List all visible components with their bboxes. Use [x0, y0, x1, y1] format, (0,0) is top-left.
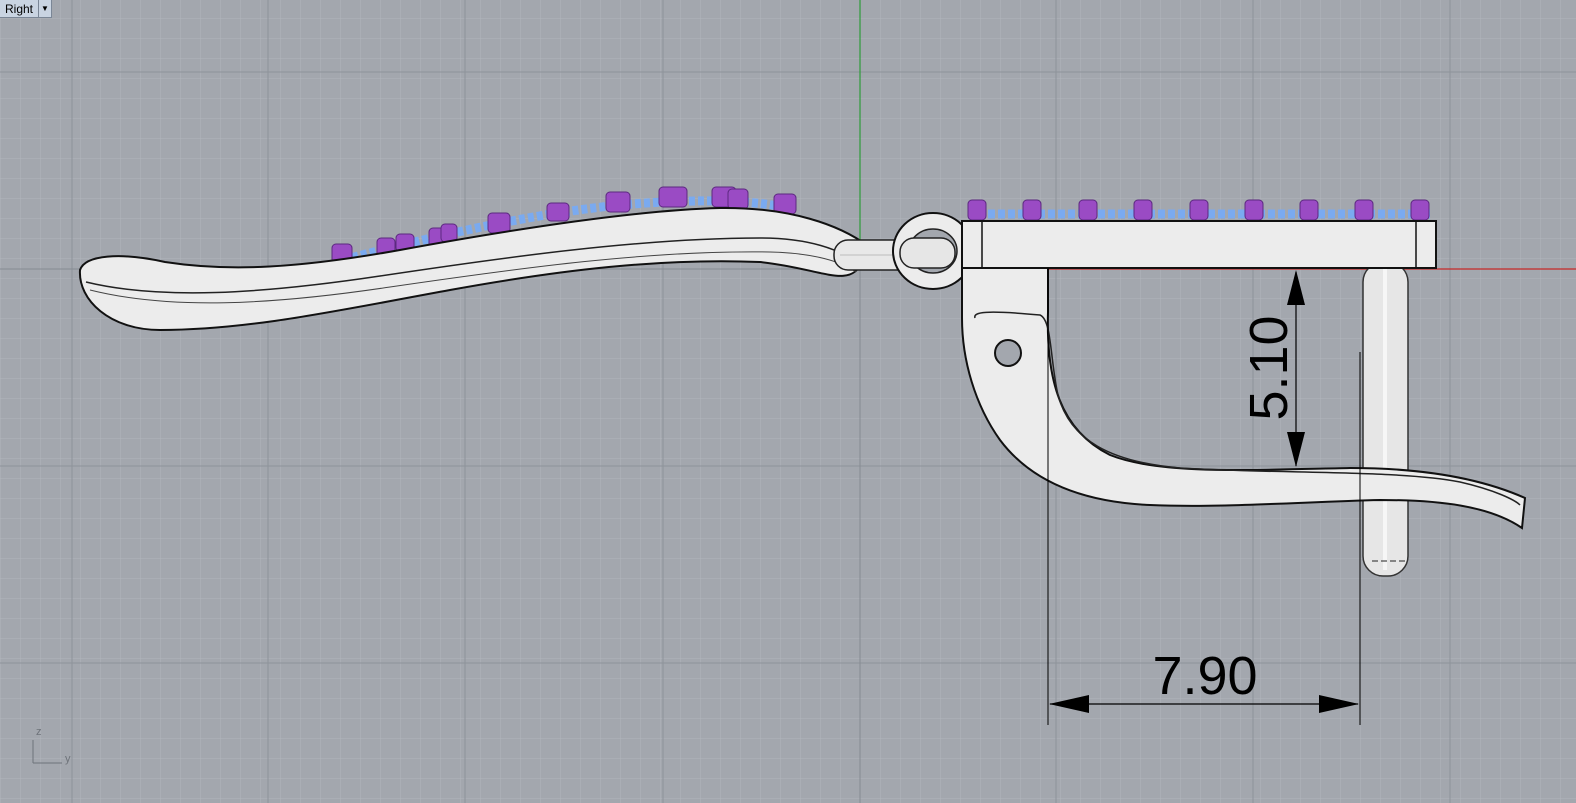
- axis-y-label: y: [65, 753, 71, 765]
- construction-grid: [0, 0, 1576, 803]
- chevron-down-icon[interactable]: ▼: [38, 0, 51, 17]
- vertical-dimension-text: 5.10: [1239, 315, 1299, 420]
- stones-right: [967, 199, 1430, 221]
- right-viewport[interactable]: 5.10 7.90 z y Right ▼: [0, 0, 1576, 803]
- viewport-title-tab[interactable]: Right ▼: [0, 0, 53, 18]
- horizontal-dimension-text: 7.90: [1152, 646, 1257, 706]
- axis-z-label: z: [36, 726, 42, 738]
- viewport-canvas[interactable]: 5.10 7.90 z y: [0, 0, 1576, 803]
- viewport-title[interactable]: Right: [0, 0, 38, 17]
- top-bar: [961, 220, 1437, 269]
- lever-hole: [994, 339, 1022, 367]
